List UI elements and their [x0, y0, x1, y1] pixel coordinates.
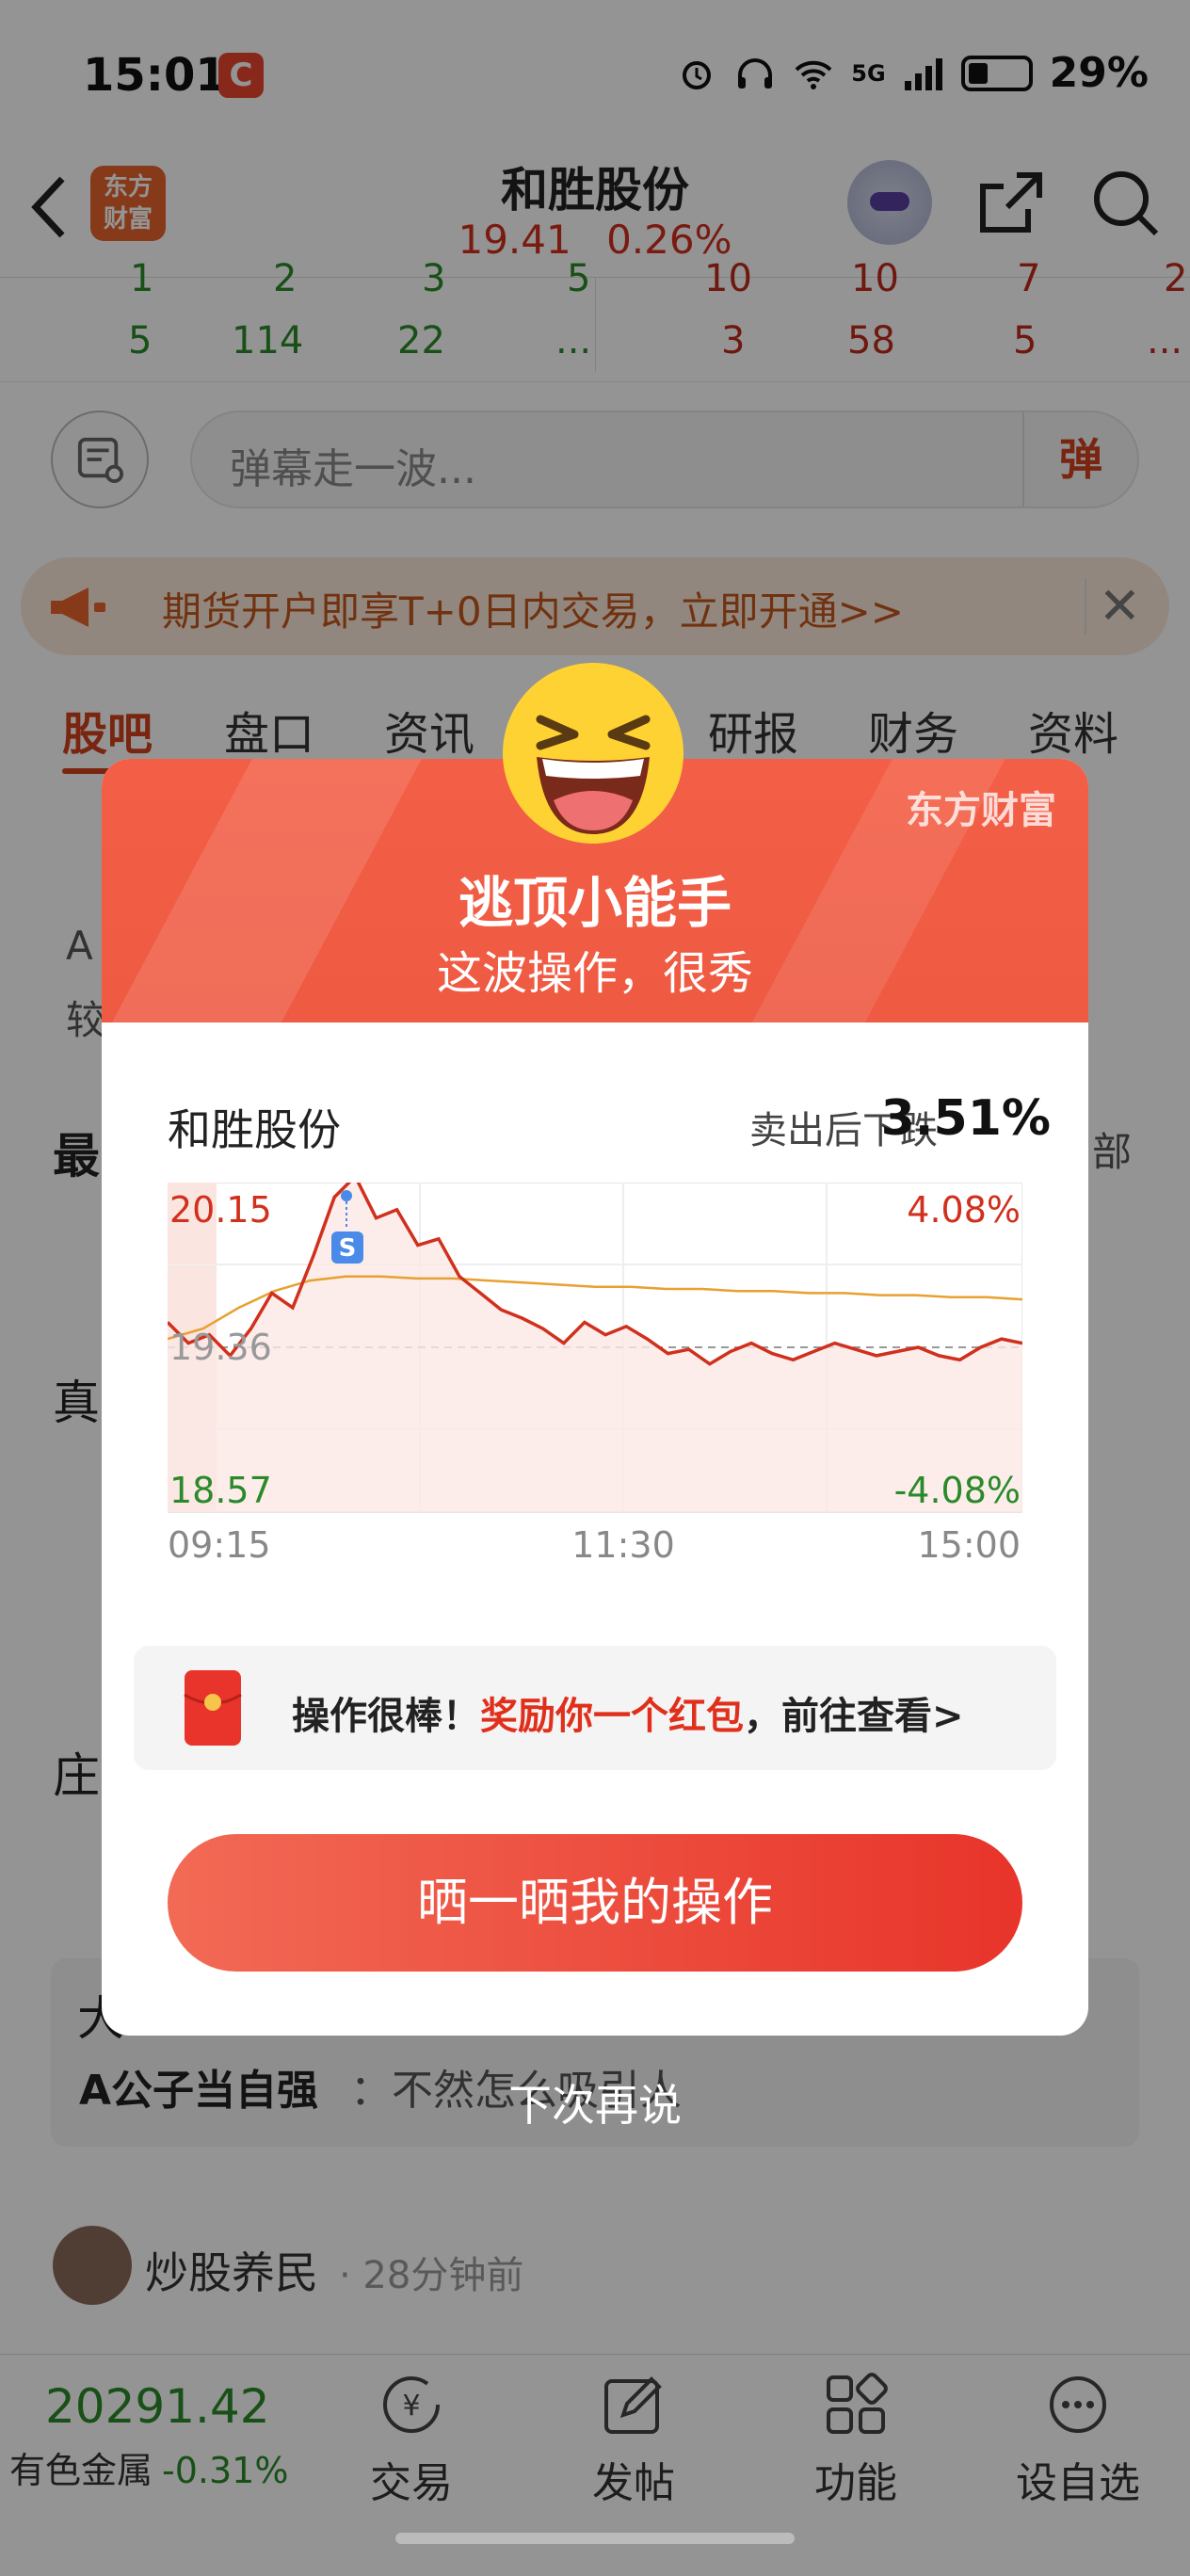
red-packet-reward[interactable]: 操作很棒！奖励你一个红包，前往查看> [134, 1646, 1056, 1770]
home-indicator[interactable] [395, 2533, 795, 2544]
modal-stock-name: 和胜股份 [168, 1104, 341, 1155]
sell-point [341, 1190, 352, 1201]
dismiss-later-button[interactable]: 下次再说 [0, 2071, 1190, 2133]
x-tick: 15:00 [917, 1524, 1021, 1566]
achievement-modal: 东方财富 逃顶小能手 这波操作，很秀 和胜股份 卖出后下跌 3.51% S 20… [102, 759, 1088, 2036]
reward-link[interactable]: ，前往查看> [744, 1695, 964, 1738]
x-tick: 11:30 [571, 1524, 675, 1566]
sell-badge-label: S [339, 1234, 357, 1263]
after-sell-percent: 3.51% [880, 1090, 1051, 1147]
reward-highlight: 奖励你一个红包 [480, 1695, 744, 1738]
reward-prefix: 操作很棒！ [292, 1695, 480, 1738]
reward-text: 操作很棒！奖励你一个红包，前往查看> [292, 1685, 964, 1740]
x-tick: 09:15 [168, 1524, 271, 1566]
y-tick-pct-low: -4.08% [894, 1470, 1021, 1511]
y-tick-low: 18.57 [169, 1470, 272, 1511]
share-operation-button[interactable]: 晒一晒我的操作 [168, 1834, 1022, 1972]
y-tick-high: 20.15 [169, 1189, 272, 1231]
modal-subtitle: 这波操作，很秀 [436, 947, 753, 1000]
modal-title: 逃顶小能手 [458, 871, 732, 935]
y-tick-prev: 19.36 [169, 1327, 272, 1368]
brand-watermark: 东方财富 [906, 789, 1056, 832]
intraday-chart: S 20.15 19.36 18.57 4.08% -4.08% 09:15 1… [168, 1183, 1022, 1566]
red-envelope-icon [184, 1670, 242, 1746]
laughing-emoji-icon [503, 663, 683, 844]
y-tick-pct-high: 4.08% [907, 1189, 1021, 1231]
